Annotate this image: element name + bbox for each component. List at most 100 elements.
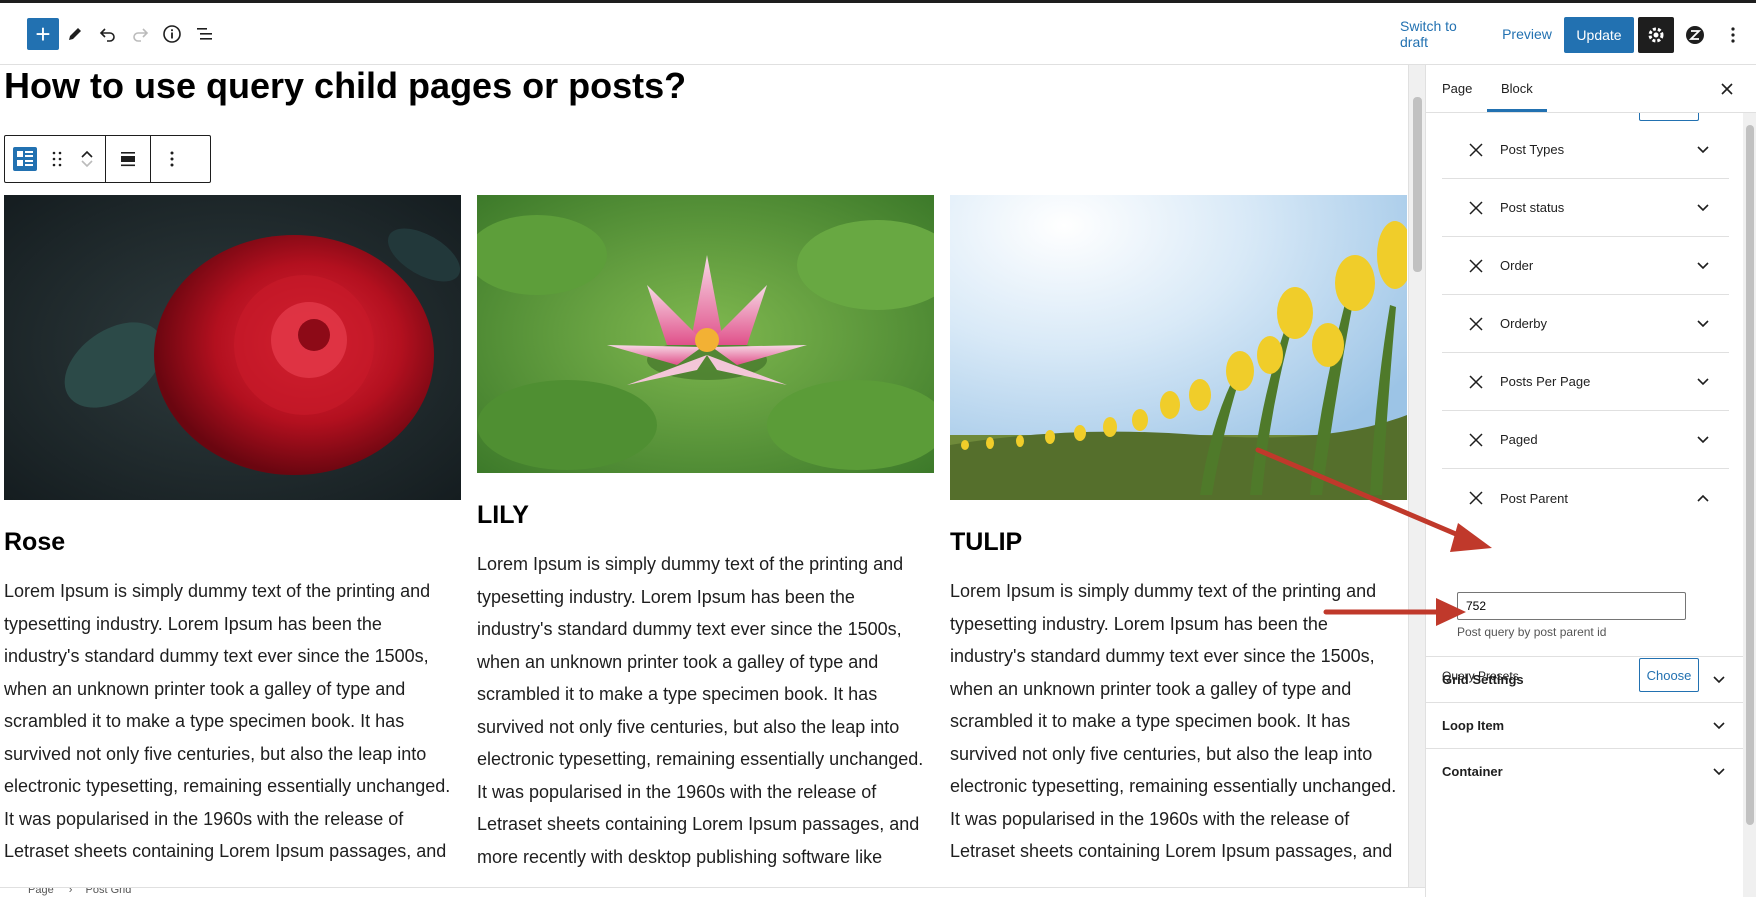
gear-icon	[1648, 27, 1664, 43]
close-icon	[1721, 83, 1733, 95]
sidebar-scrollbar[interactable]	[1743, 113, 1756, 897]
query-item-label: Post Parent	[1500, 490, 1568, 506]
remove-query-button[interactable]	[1464, 138, 1488, 162]
canvas-scrollbar-thumb[interactable]	[1413, 97, 1422, 272]
scrolled-button-edge	[1639, 113, 1699, 121]
plus-icon: +	[35, 19, 51, 49]
list-view-icon	[197, 28, 212, 40]
editor-toolbar: + Switch to draft Preview Update	[0, 3, 1756, 65]
post-title[interactable]: TULIP	[950, 528, 1407, 557]
switch-to-draft-button[interactable]: Switch to draft	[1400, 18, 1488, 50]
post-card[interactable]: TULIP Lorem Ipsum is simply dummy text o…	[950, 195, 1407, 868]
expand-button[interactable]	[1707, 668, 1731, 692]
expand-button[interactable]	[1691, 370, 1715, 394]
query-item-post-status[interactable]: Post status	[1442, 179, 1729, 237]
redo-button[interactable]	[122, 16, 158, 52]
move-block-control[interactable]	[69, 136, 105, 182]
options-button[interactable]	[1718, 17, 1748, 53]
query-item-order[interactable]: Order	[1442, 237, 1729, 295]
query-item-paged[interactable]: Paged	[1442, 411, 1729, 469]
details-button[interactable]	[154, 16, 190, 52]
chevron-up-icon	[1697, 494, 1709, 502]
query-item-label: Post status	[1500, 200, 1565, 215]
expand-button[interactable]	[1707, 714, 1731, 738]
breadcrumb: Page › Post Grid	[0, 887, 1425, 897]
chevron-up-icon[interactable]	[80, 149, 94, 159]
z-logo-icon	[1686, 26, 1704, 44]
close-icon	[1469, 200, 1483, 215]
post-title[interactable]: Rose	[4, 528, 461, 557]
expand-button[interactable]	[1691, 196, 1715, 220]
expand-button[interactable]	[1707, 760, 1731, 784]
expand-button[interactable]	[1691, 428, 1715, 452]
post-card[interactable]: LILY Lorem Ipsum is simply dummy text of…	[477, 195, 934, 873]
post-parent-input[interactable]	[1457, 592, 1686, 620]
chevron-down-icon	[1713, 675, 1725, 683]
undo-icon	[99, 28, 115, 42]
tab-page[interactable]: Page	[1442, 65, 1472, 113]
undo-button[interactable]	[90, 16, 126, 52]
panel-loop-item[interactable]: Loop Item	[1426, 702, 1743, 748]
remove-query-button[interactable]	[1464, 254, 1488, 278]
close-icon	[1469, 432, 1483, 447]
post-excerpt: Lorem Ipsum is simply dummy text of the …	[4, 581, 451, 861]
remove-query-button[interactable]	[1464, 312, 1488, 336]
canvas-scrollbar[interactable]	[1408, 65, 1425, 887]
chevron-down-icon	[1697, 145, 1709, 153]
sidebar-tabs: Page Block	[1426, 65, 1756, 113]
post-parent-help: Post query by post parent id	[1457, 625, 1607, 639]
remove-query-button[interactable]	[1464, 486, 1488, 510]
query-item-post-parent[interactable]: Post Parent	[1442, 469, 1729, 527]
query-item-label: Paged	[1500, 432, 1538, 447]
query-item-posts-per-page[interactable]: Posts Per Page	[1442, 353, 1729, 411]
post-grid-icon	[13, 147, 37, 171]
query-item-post-types[interactable]: Post Types	[1442, 121, 1729, 179]
panel-label: Loop Item	[1442, 718, 1505, 733]
remove-query-button[interactable]	[1464, 196, 1488, 220]
chevron-down-icon	[1697, 377, 1709, 385]
add-block-button[interactable]: +	[27, 18, 59, 50]
query-item-label: Order	[1500, 258, 1534, 273]
panel-label: Container	[1442, 764, 1503, 779]
sidebar-scrollbar-thumb[interactable]	[1746, 125, 1754, 825]
query-item-label: Post Types	[1500, 142, 1565, 157]
page-title[interactable]: How to use query child pages or posts?	[4, 65, 686, 107]
tab-block[interactable]: Block	[1487, 65, 1547, 112]
collapse-button[interactable]	[1691, 486, 1715, 510]
chevron-down-icon[interactable]	[80, 159, 94, 169]
close-icon	[1469, 258, 1483, 273]
list-view-button[interactable]	[187, 16, 223, 52]
close-icon	[1469, 316, 1483, 331]
breadcrumb-separator: ›	[68, 887, 73, 896]
block-type-button[interactable]	[5, 136, 45, 182]
close-icon	[1469, 142, 1483, 157]
info-icon	[163, 25, 181, 43]
align-button[interactable]	[106, 136, 150, 182]
remove-query-button[interactable]	[1464, 428, 1488, 452]
chevron-down-icon	[1697, 319, 1709, 327]
remove-query-button[interactable]	[1464, 370, 1488, 394]
more-vertical-icon	[170, 151, 174, 167]
breadcrumb-item[interactable]: Post Grid	[86, 888, 132, 896]
preview-button[interactable]: Preview	[1502, 20, 1552, 48]
post-title[interactable]: LILY	[477, 501, 934, 530]
breadcrumb-item[interactable]: Page	[28, 888, 54, 896]
edit-tool-button[interactable]	[57, 16, 93, 52]
expand-button[interactable]	[1691, 254, 1715, 278]
block-options-button[interactable]	[151, 136, 193, 182]
drag-handle-icon	[52, 151, 62, 167]
block-toolbar-group	[106, 136, 151, 182]
post-excerpt: Lorem Ipsum is simply dummy text of the …	[477, 554, 924, 867]
drag-handle[interactable]	[45, 136, 69, 182]
close-sidebar-button[interactable]	[1715, 77, 1739, 101]
panel-container[interactable]: Container	[1426, 748, 1743, 794]
expand-button[interactable]	[1691, 312, 1715, 336]
update-button[interactable]: Update	[1564, 17, 1634, 53]
post-card[interactable]: Rose Lorem Ipsum is simply dummy text of…	[4, 195, 461, 868]
plugin-button[interactable]	[1677, 17, 1713, 53]
settings-button[interactable]	[1638, 17, 1674, 53]
expand-button[interactable]	[1691, 138, 1715, 162]
query-item-orderby[interactable]: Orderby	[1442, 295, 1729, 353]
post-thumbnail	[477, 195, 934, 473]
panel-grid-settings[interactable]: Grid Settings	[1426, 656, 1743, 702]
